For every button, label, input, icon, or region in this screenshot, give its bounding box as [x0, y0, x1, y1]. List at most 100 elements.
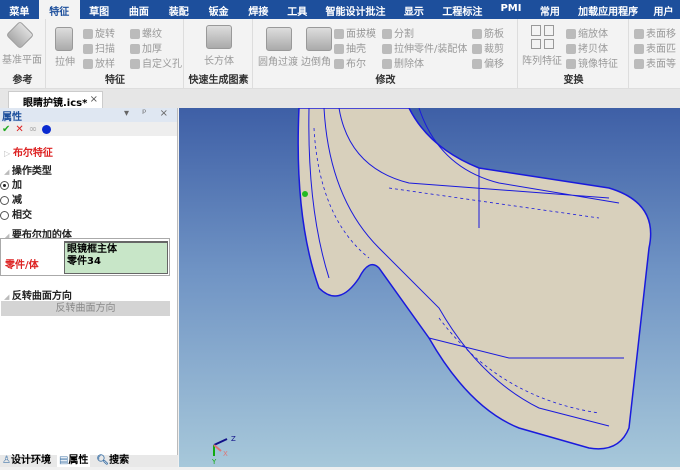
group-label: 变换 — [563, 75, 584, 86]
scale-body-button[interactable]: 缩放体 — [566, 25, 608, 40]
group-modify: 圆角过渡 边倒角 面拔模 抽壳 布尔 分割 拉伸零件/装配体 删除体 筋板 裁剪… — [254, 19, 518, 89]
body-list[interactable]: 眼镜框主体 零件34 — [64, 241, 168, 274]
box-button[interactable]: 长方体 — [204, 52, 234, 67]
model-face — [297, 107, 652, 450]
apply-icon[interactable] — [42, 124, 52, 134]
label: 镜像特征 — [578, 59, 618, 70]
axis-y-label: Y — [211, 458, 217, 466]
offset-button[interactable]: 偏移 — [472, 55, 504, 70]
group-label: 特征 — [105, 75, 125, 86]
preview-icon[interactable]: ∞ — [29, 124, 37, 135]
label: 设计环境 — [10, 455, 51, 466]
body-item[interactable]: 零件34 — [67, 256, 165, 268]
label: 分割 — [394, 29, 414, 40]
document-tab[interactable]: 眼睛护镜.ics* × — [8, 91, 103, 109]
radio-subtract[interactable]: 减 — [0, 191, 22, 206]
mirror-button[interactable]: 镜像特征 — [566, 55, 618, 70]
chamfer-button[interactable]: 边倒角 — [301, 53, 331, 68]
pattern-button[interactable]: 阵列特征 — [522, 52, 562, 67]
group-transform: 阵列特征 缩放体 拷贝体 镜像特征 变换 — [519, 19, 629, 89]
menu-tab[interactable]: 显示 — [394, 0, 433, 19]
group-reference: 基准平面 参考 — [0, 19, 46, 89]
label: 扫描 — [95, 44, 115, 55]
menu-tab[interactable]: 工程标注 — [433, 0, 491, 19]
surface-equal-button[interactable]: 表面等 — [634, 55, 676, 70]
panel-bottom-tabs: ♙设计环境 ▤属性 🔍︎搜索 — [0, 455, 178, 467]
close-tab-icon[interactable]: × — [90, 94, 98, 105]
ok-icon[interactable]: ✔ — [2, 124, 10, 135]
label: 裁剪 — [484, 44, 504, 55]
flip-surface-button[interactable]: 反转曲面方向 — [1, 301, 170, 316]
thicken-button[interactable]: 加厚 — [130, 40, 162, 55]
datum-plane-button[interactable]: 基准平面 — [2, 51, 42, 66]
menu-tab[interactable]: 菜单 — [0, 0, 39, 19]
loft-icon — [83, 59, 93, 69]
label: 筋板 — [484, 29, 504, 40]
radio-add[interactable]: 加 — [0, 176, 22, 191]
delete-body-button[interactable]: 删除体 — [382, 55, 424, 70]
label: 减 — [12, 195, 22, 206]
radio-intersect[interactable]: 相交 — [0, 206, 32, 221]
feature-header: ▷ 布尔特征 — [4, 144, 53, 159]
split-button[interactable]: 分割 — [382, 25, 414, 40]
draft-button[interactable]: 面拔模 — [334, 25, 376, 40]
label: 抽壳 — [346, 44, 366, 55]
op-section: ◢ 操作类型 — [4, 166, 52, 177]
revolve-button[interactable]: 旋转 — [83, 25, 115, 40]
sweep-button[interactable]: 扫描 — [83, 40, 115, 55]
menu-tab[interactable]: 工具 — [278, 0, 317, 19]
3d-viewport[interactable]: Z Y X — [179, 107, 680, 467]
offset-icon — [472, 59, 482, 69]
label: 搜索 — [109, 455, 130, 466]
rib-button[interactable]: 筋板 — [472, 25, 504, 40]
menu-tab[interactable]: 特征 — [38, 0, 80, 19]
menu-tab[interactable]: 焊接 — [239, 0, 278, 19]
panel-controls[interactable]: ▾ ᵖ × — [124, 108, 173, 119]
tab-search[interactable]: 🔍︎搜索 — [96, 455, 129, 467]
surface-move-button[interactable]: 表面移 — [634, 25, 676, 40]
menu-tab[interactable]: 装配 — [159, 0, 198, 19]
radio-icon — [0, 210, 9, 220]
group-label: 修改 — [375, 75, 396, 86]
menu-tab[interactable]: PMI — [492, 0, 531, 19]
delete-body-icon — [382, 59, 392, 69]
custom-hole-button[interactable]: 自定义孔 — [130, 55, 182, 70]
thread-button[interactable]: 螺纹 — [130, 25, 162, 40]
tab-design-env[interactable]: ♙设计环境 — [2, 455, 51, 467]
label: 加厚 — [142, 44, 162, 55]
label: 表面等 — [646, 59, 676, 70]
menu-tab[interactable]: 钣金 — [198, 0, 239, 19]
shell-button[interactable]: 抽壳 — [334, 40, 366, 55]
fillet-icon — [266, 27, 292, 51]
group-surface: 表面移 表面匹 表面等 — [630, 19, 680, 89]
label: 表面匹 — [646, 44, 676, 55]
menu-tab[interactable]: 草图 — [80, 0, 119, 19]
axis-triad: Z Y X — [211, 435, 236, 466]
fillet-button[interactable]: 圆角过渡 — [258, 53, 298, 68]
label: 拉伸零件/装配体 — [394, 44, 468, 55]
copy-body-button[interactable]: 拷贝体 — [566, 40, 608, 55]
menu-tab[interactable]: 用户 — [647, 0, 680, 19]
panel-toolbar: ✔ ✕ ∞ — [0, 122, 177, 136]
label: 螺纹 — [142, 29, 162, 40]
menu-tab[interactable]: 曲面 — [119, 0, 160, 19]
label: 表面移 — [646, 29, 676, 40]
boolean-icon — [334, 59, 344, 69]
loft-button[interactable]: 放样 — [83, 55, 115, 70]
radio-icon — [0, 195, 9, 205]
surface-match-button[interactable]: 表面匹 — [634, 40, 676, 55]
boolean-button[interactable]: 布尔 — [334, 55, 366, 70]
body-item[interactable]: 眼镜框主体 — [67, 244, 165, 256]
expand-icon[interactable]: ▷ — [4, 149, 13, 158]
radio-icon — [0, 180, 9, 190]
label: 相交 — [12, 210, 32, 221]
extrude-button[interactable]: 拉伸 — [55, 53, 75, 68]
trim-button[interactable]: 裁剪 — [472, 40, 504, 55]
mirror-icon — [566, 59, 576, 69]
tab-properties[interactable]: ▤属性 — [56, 455, 91, 467]
menu-tab[interactable]: 加载应用程序 — [569, 0, 647, 19]
extrude-part-button[interactable]: 拉伸零件/装配体 — [382, 40, 467, 55]
menu-tab[interactable]: 常用 — [530, 0, 569, 19]
menu-tab[interactable]: 智能设计批注 — [317, 0, 395, 19]
cancel-icon[interactable]: ✕ — [15, 124, 23, 135]
